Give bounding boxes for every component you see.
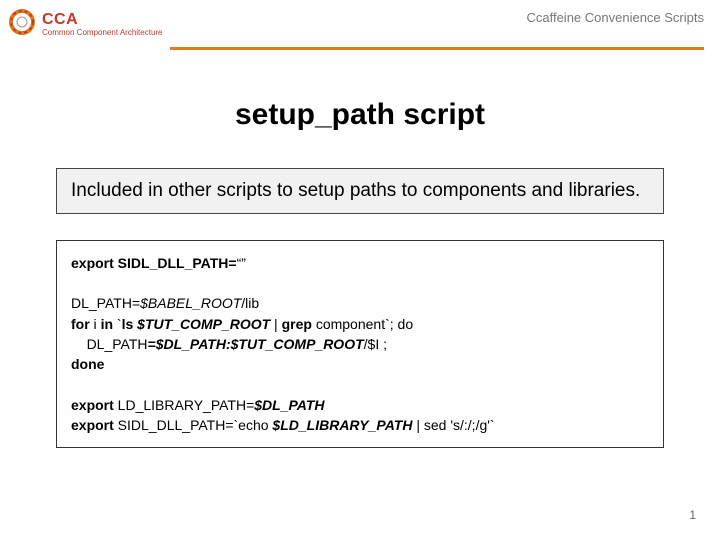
code-line	[71, 375, 649, 395]
code-line: for i in `ls $TUT_COMP_ROOT | grep compo…	[71, 314, 649, 334]
header-rule	[170, 47, 704, 50]
slide-title: setup_path script	[0, 98, 720, 132]
description-text: Included in other scripts to setup paths…	[71, 180, 640, 201]
header-right-text: Ccaffeine Convenience Scripts	[526, 8, 704, 25]
logo-subtitle: Common Component Architecture	[42, 29, 163, 37]
code-line: export SIDL_DLL_PATH=`echo $LD_LIBRARY_P…	[71, 415, 649, 435]
slide: CCA Common Component Architecture Ccaffe…	[0, 0, 720, 540]
code-line: DL_PATH=$BABEL_ROOT/lib	[71, 293, 649, 313]
logo-text: CCA Common Component Architecture	[42, 12, 163, 37]
logo-icon	[8, 8, 36, 41]
logo-block: CCA Common Component Architecture	[8, 8, 163, 41]
code-box: export SIDL_DLL_PATH=“” DL_PATH=$BABEL_R…	[56, 240, 664, 449]
header: CCA Common Component Architecture Ccaffe…	[0, 0, 720, 41]
page-number: 1	[689, 508, 696, 522]
code-line: done	[71, 354, 649, 374]
code-line: export LD_LIBRARY_PATH=$DL_PATH	[71, 395, 649, 415]
logo-abbrev: CCA	[42, 12, 163, 29]
code-line	[71, 273, 649, 293]
code-line: DL_PATH=$DL_PATH:$TUT_COMP_ROOT/$I ;	[71, 334, 649, 354]
description-box: Included in other scripts to setup paths…	[56, 168, 664, 214]
code-line: export SIDL_DLL_PATH=“”	[71, 253, 649, 273]
